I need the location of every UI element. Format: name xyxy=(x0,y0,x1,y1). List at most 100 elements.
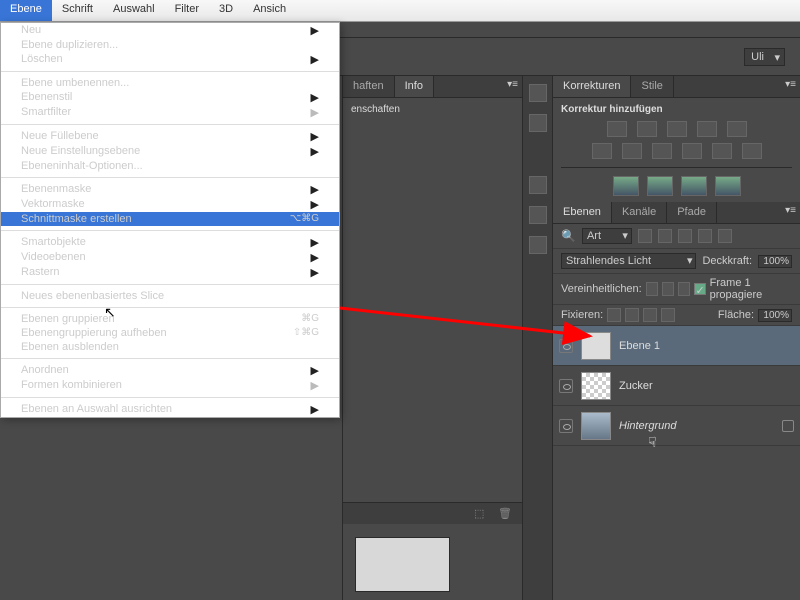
layer-name[interactable]: Ebene 1 xyxy=(619,340,660,352)
menu-item[interactable]: Rastern▶ xyxy=(1,265,339,280)
menu-item[interactable]: Smartobjekte▶ xyxy=(1,235,339,250)
filter-smart-icon[interactable] xyxy=(718,229,732,243)
menu-item[interactable]: Neue Füllebene▶ xyxy=(1,129,339,144)
menu-item: Ebenengruppierung aufheben⇧⌘G xyxy=(1,326,339,340)
dock-icon[interactable] xyxy=(529,84,547,102)
tab-info[interactable]: Info xyxy=(395,76,434,97)
layer-row[interactable]: Hintergrund xyxy=(553,406,800,446)
menu-filter[interactable]: Filter xyxy=(165,0,209,21)
filter-shape-icon[interactable] xyxy=(698,229,712,243)
menu-item[interactable]: Videoebenen▶ xyxy=(1,250,339,265)
menu-item: Formen kombinieren▶ xyxy=(1,378,339,393)
adj-brightness-icon[interactable] xyxy=(607,121,627,137)
menu-item[interactable]: Neues ebenenbasiertes Slice xyxy=(1,289,339,303)
adj-vibrance-icon[interactable] xyxy=(727,121,747,137)
unify-icon[interactable] xyxy=(646,282,658,296)
layer-thumbnail[interactable] xyxy=(581,412,611,440)
opacity-value[interactable]: 100% xyxy=(758,255,792,268)
layer-name[interactable]: Zucker xyxy=(619,380,653,392)
menu-item[interactable]: Neu▶ xyxy=(1,23,339,38)
menu-item[interactable]: Ebenen gruppieren⌘G xyxy=(1,312,339,326)
unify-icon[interactable] xyxy=(678,282,690,296)
propagate-checkbox[interactable]: ✓ xyxy=(694,283,705,295)
menu-item[interactable]: Ebene umbenennen... xyxy=(1,76,339,90)
navigator-thumb xyxy=(355,537,450,592)
blend-mode-select[interactable]: Strahlendes Licht xyxy=(561,253,696,269)
lock-label: Fixieren: xyxy=(561,309,603,321)
adj-curves-icon[interactable] xyxy=(667,121,687,137)
menu-item[interactable]: Ebenenstil▶ xyxy=(1,90,339,105)
adj-lookup-icon[interactable] xyxy=(742,143,762,159)
menu-item[interactable]: Anordnen▶ xyxy=(1,363,339,378)
menu-item[interactable]: Neue Einstellungsebene▶ xyxy=(1,144,339,159)
dock-icon[interactable] xyxy=(529,206,547,224)
tab-korrekturen[interactable]: Korrekturen xyxy=(553,76,631,97)
panel-menu-icon[interactable]: ▾≡ xyxy=(785,205,796,216)
layer-thumbnail[interactable] xyxy=(581,372,611,400)
tab-stile[interactable]: Stile xyxy=(631,76,673,97)
fill-value[interactable]: 100% xyxy=(758,309,792,322)
filter-icon[interactable]: 🔍 xyxy=(561,229,576,243)
panel-menu-icon[interactable]: ▾≡ xyxy=(785,79,796,90)
link-icon[interactable]: ⬚ xyxy=(474,507,488,521)
tab-eigenschaften[interactable]: haften xyxy=(343,76,395,97)
layer-name[interactable]: Hintergrund xyxy=(619,420,676,432)
menu-item[interactable]: Ebenen an Auswahl ausrichten▶ xyxy=(1,402,339,417)
visibility-icon[interactable] xyxy=(559,339,573,353)
preset-icon[interactable] xyxy=(715,176,741,196)
adj-balance-icon[interactable] xyxy=(622,143,642,159)
adj-levels-icon[interactable] xyxy=(637,121,657,137)
filter-adj-icon[interactable] xyxy=(658,229,672,243)
properties-header: enschaften xyxy=(343,98,522,122)
preset-icon[interactable] xyxy=(613,176,639,196)
menu-ebene[interactable]: Ebene xyxy=(0,0,52,21)
lock-all-icon[interactable] xyxy=(643,308,657,322)
tab-kanaele[interactable]: Kanäle xyxy=(612,202,667,223)
menu-item[interactable]: Schnittmaske erstellen⌥⌘G xyxy=(1,212,339,226)
menu-schrift[interactable]: Schrift xyxy=(52,0,103,21)
menu-item[interactable]: Ebenenmaske▶ xyxy=(1,182,339,197)
workspace-select[interactable]: Uli xyxy=(744,48,785,66)
menu-item[interactable]: Löschen▶ xyxy=(1,52,339,67)
filter-type-icon[interactable] xyxy=(678,229,692,243)
preset-icon[interactable] xyxy=(647,176,673,196)
right-panels: Korrekturen Stile ▾≡ Korrektur hinzufüge… xyxy=(552,76,800,600)
menu-ansicht[interactable]: Ansich xyxy=(243,0,296,21)
dock-icon[interactable] xyxy=(529,114,547,132)
layer-thumbnail[interactable] xyxy=(581,332,611,360)
menu-item: Ebeneninhalt-Optionen... xyxy=(1,159,339,173)
layer-row[interactable]: Zucker xyxy=(553,366,800,406)
adj-mixer-icon[interactable] xyxy=(712,143,732,159)
dock-icon[interactable] xyxy=(529,176,547,194)
adj-hue-icon[interactable] xyxy=(592,143,612,159)
layer-filter-select[interactable]: Art xyxy=(582,228,632,244)
menubar: Ebene Schrift Auswahl Filter 3D Ansich xyxy=(0,0,800,22)
menu-item[interactable]: Vektormaske▶ xyxy=(1,197,339,212)
lock-position-icon[interactable] xyxy=(625,308,639,322)
menu-item[interactable]: Ebenen ausblenden xyxy=(1,340,339,354)
menu-item: Smartfilter▶ xyxy=(1,105,339,120)
menu-3d[interactable]: 3D xyxy=(209,0,243,21)
tab-ebenen[interactable]: Ebenen xyxy=(553,202,612,223)
adjustments-title: Korrektur hinzufügen xyxy=(561,104,792,115)
menu-item[interactable]: Ebene duplizieren... xyxy=(1,38,339,52)
unify-icon[interactable] xyxy=(662,282,674,296)
adj-exposure-icon[interactable] xyxy=(697,121,717,137)
preset-icon[interactable] xyxy=(681,176,707,196)
layer-list: Ebene 1 Zucker Hintergrund xyxy=(553,326,800,446)
lock-icon[interactable] xyxy=(661,308,675,322)
visibility-icon[interactable] xyxy=(559,419,573,433)
visibility-icon[interactable] xyxy=(559,379,573,393)
filter-pixel-icon[interactable] xyxy=(638,229,652,243)
properties-column: haften Info ▾≡ enschaften ⬚ 🗑 xyxy=(342,76,522,600)
tab-pfade[interactable]: Pfade xyxy=(667,202,717,223)
menu-auswahl[interactable]: Auswahl xyxy=(103,0,165,21)
layer-row[interactable]: Ebene 1 xyxy=(553,326,800,366)
adj-bw-icon[interactable] xyxy=(652,143,672,159)
adj-photo-filter-icon[interactable] xyxy=(682,143,702,159)
panel-menu-icon[interactable]: ▾≡ xyxy=(507,79,518,90)
dock-icon[interactable] xyxy=(529,236,547,254)
unify-label: Vereinheitlichen: xyxy=(561,283,642,295)
lock-pixels-icon[interactable] xyxy=(607,308,621,322)
trash-icon[interactable]: 🗑 xyxy=(498,507,512,521)
